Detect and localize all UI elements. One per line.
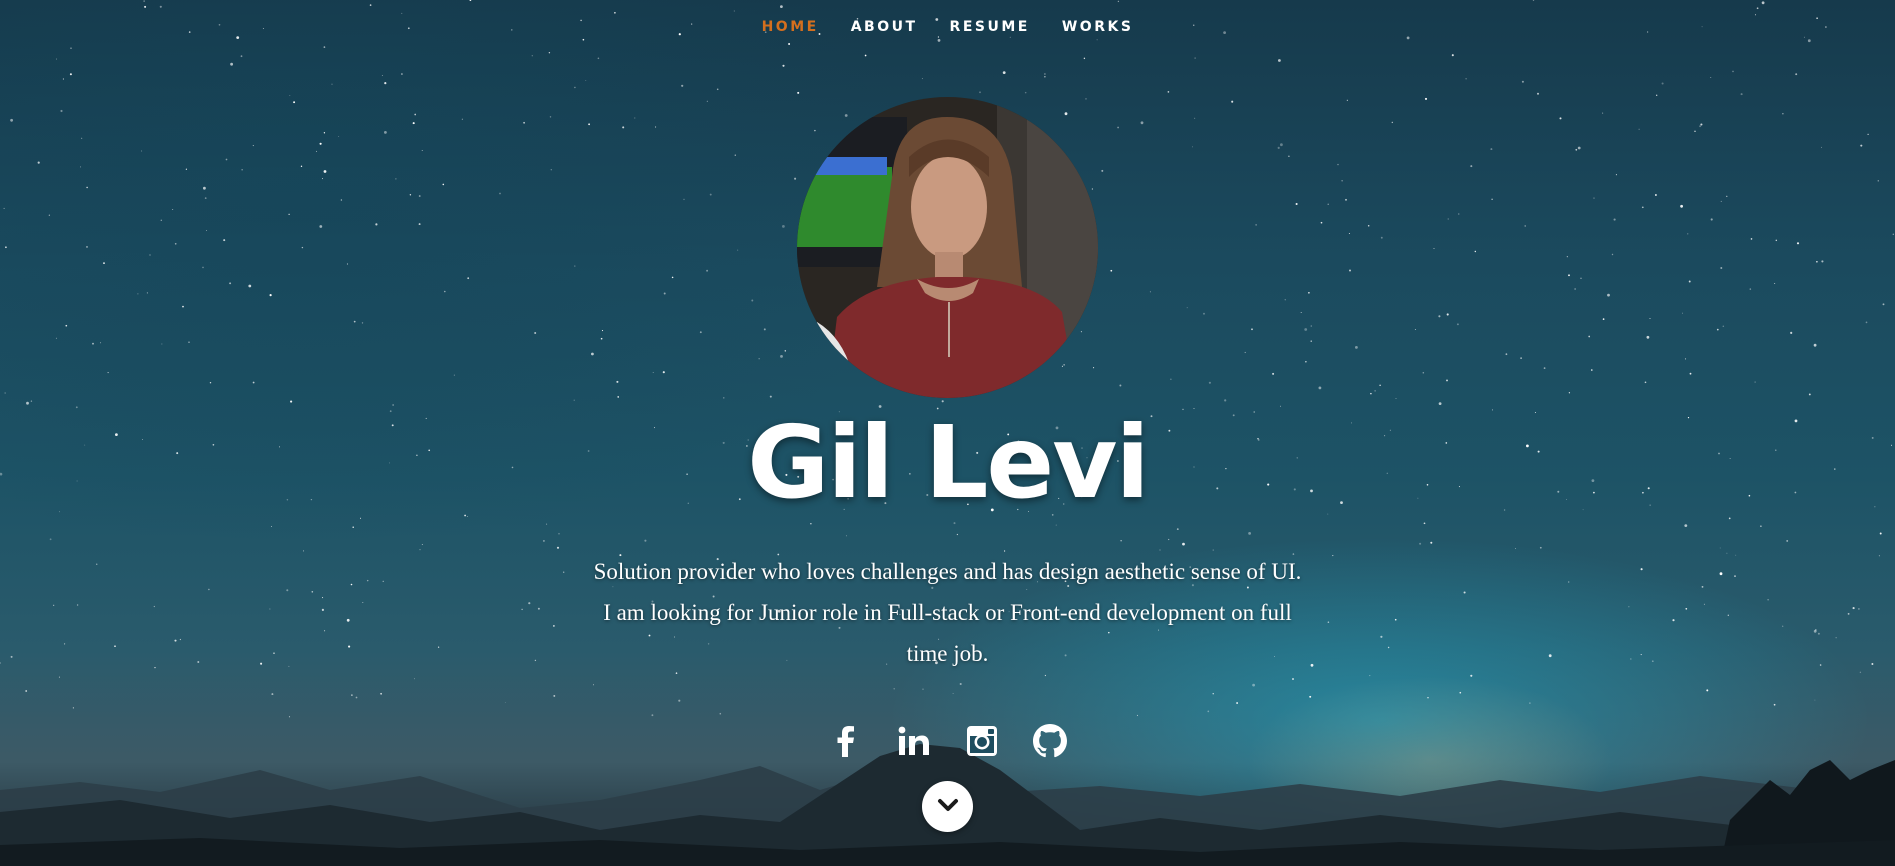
bio-line: time job.	[906, 641, 989, 666]
social-links	[0, 724, 1895, 758]
main-nav: HOME ABOUT RESUME WORKS	[0, 0, 1895, 54]
hero-title: Gil Levi	[747, 404, 1149, 521]
profile-avatar	[797, 97, 1098, 398]
linkedin-icon[interactable]	[897, 724, 931, 758]
nav-works[interactable]: WORKS	[1062, 19, 1134, 35]
instagram-icon[interactable]	[965, 724, 999, 758]
chevron-down-icon	[936, 793, 960, 821]
scroll-down-button[interactable]	[922, 781, 973, 832]
bio-line: I am looking for Junior role in Full-sta…	[603, 600, 1292, 625]
facebook-icon[interactable]	[829, 724, 863, 758]
nav-about[interactable]: ABOUT	[851, 19, 918, 35]
nav-home[interactable]: HOME	[762, 19, 819, 35]
nav-resume[interactable]: RESUME	[950, 19, 1030, 35]
bio-line: Solution provider who loves challenges a…	[593, 559, 1302, 584]
hero-bio: Solution provider who loves challenges a…	[522, 551, 1373, 674]
github-icon[interactable]	[1032, 724, 1067, 758]
